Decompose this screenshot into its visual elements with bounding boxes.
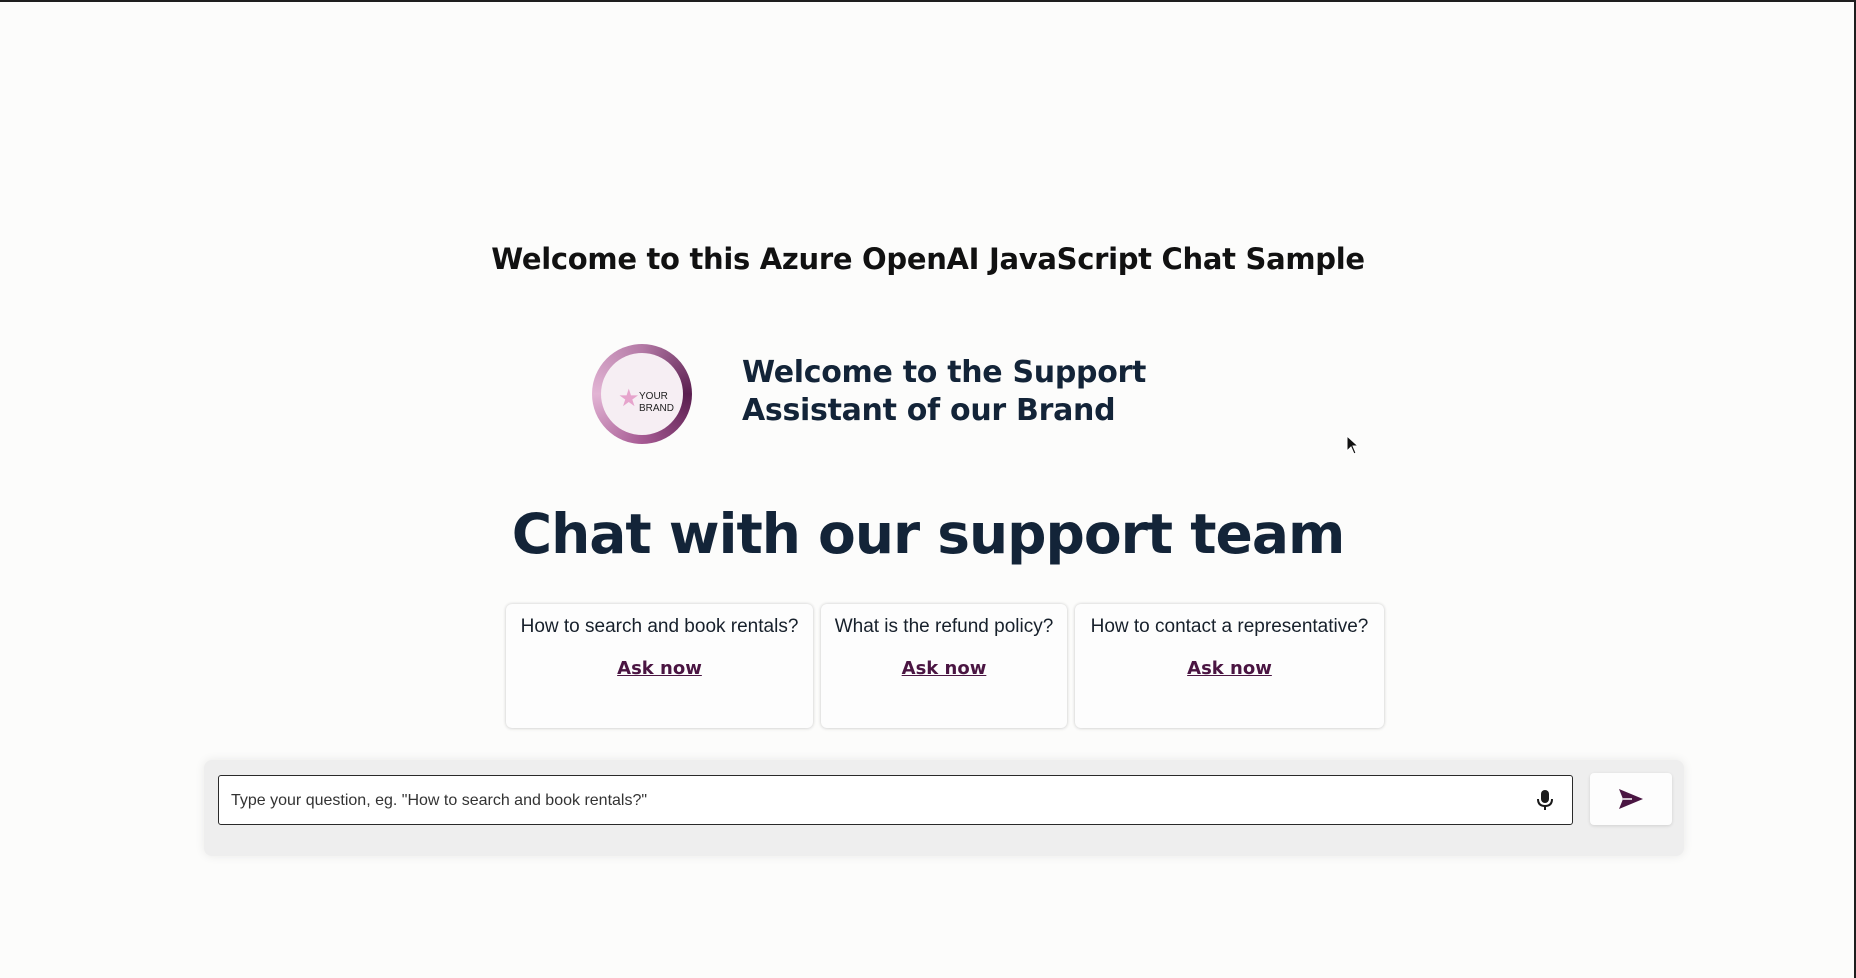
chat-input-box: [218, 775, 1573, 825]
suggestion-question: How to search and book rentals?: [520, 616, 799, 637]
suggestion-question: What is the refund policy?: [834, 616, 1054, 637]
brand-logo: ★ YOUR BRAND: [592, 344, 692, 444]
page-title: Welcome to this Azure OpenAI JavaScript …: [491, 242, 1365, 276]
ask-now-link[interactable]: Ask now: [1075, 658, 1384, 679]
send-icon: [1619, 789, 1643, 809]
welcome-heading: Welcome to the Support Assistant of our …: [742, 355, 1147, 428]
chat-input[interactable]: [229, 776, 1513, 825]
brand-logo-inner: ★ YOUR BRAND: [601, 353, 683, 435]
hero-title: Chat with our support team: [511, 502, 1346, 566]
suggestion-cards: How to search and book rentals? Ask now …: [506, 604, 1384, 728]
suggestion-card: How to contact a representative? Ask now: [1075, 604, 1384, 728]
mouse-cursor-icon: [1346, 435, 1360, 455]
suggestion-question: How to contact a representative?: [1090, 616, 1369, 637]
suggestion-card: What is the refund policy? Ask now: [821, 604, 1067, 728]
brand-header: ★ YOUR BRAND Welcome to the Support Assi…: [592, 342, 1312, 446]
ask-now-link[interactable]: Ask now: [821, 658, 1067, 679]
microphone-icon[interactable]: [1536, 789, 1554, 811]
send-button[interactable]: [1590, 773, 1672, 825]
brand-logo-text: YOUR BRAND: [639, 391, 675, 414]
chat-input-area: [204, 760, 1684, 856]
suggestion-card: How to search and book rentals? Ask now: [506, 604, 813, 728]
star-icon: ★: [618, 385, 640, 412]
ask-now-link[interactable]: Ask now: [506, 658, 813, 679]
